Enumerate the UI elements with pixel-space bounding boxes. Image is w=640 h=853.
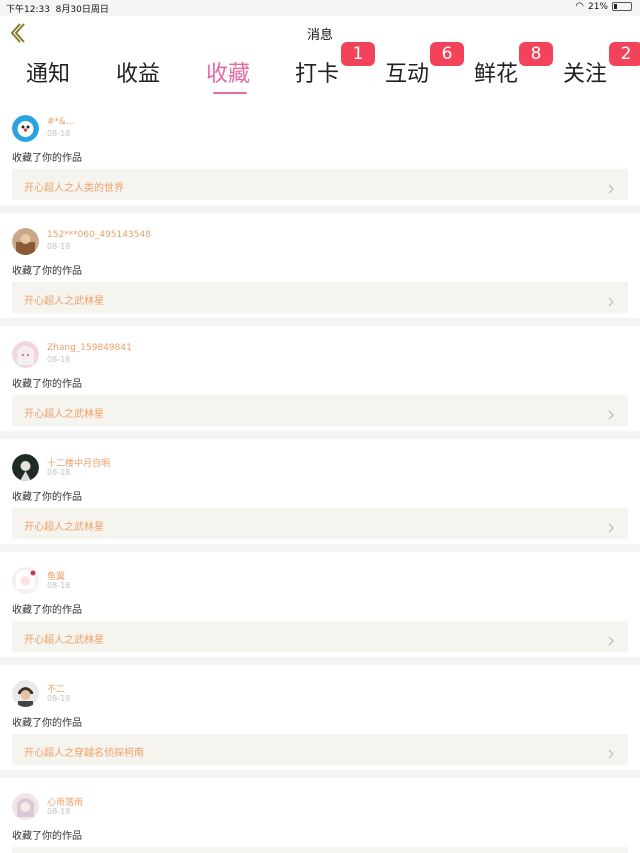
wifi-icon: ◠ <box>575 1 584 12</box>
username[interactable]: #*&... <box>47 117 75 127</box>
work-title: 开心超人之武林星 <box>24 522 104 533</box>
avatar[interactable] <box>12 341 39 368</box>
list-item[interactable]: 十二楼中月自明 08-18 收藏了你的作品 开心超人之武林星 <box>0 439 640 544</box>
action-text: 收藏了你的作品 <box>12 492 82 503</box>
list-item[interactable]: 心雨落雨 08-18 收藏了你的作品 <box>0 778 640 853</box>
tab-badge: 6 <box>430 42 464 66</box>
item-date: 08-18 <box>47 807 71 816</box>
username[interactable]: Zhang_159849841 <box>47 343 132 353</box>
avatar[interactable] <box>12 567 39 594</box>
tab-7[interactable]: 关注 <box>563 56 607 88</box>
avatar[interactable] <box>12 115 39 142</box>
work-title: 开心超人之武林星 <box>24 296 104 307</box>
page-title: 消息 <box>306 28 333 43</box>
status-bar: 下午12:33 8月30日周日 ◠ 21% <box>0 0 640 16</box>
tab-6[interactable]: 鲜花 <box>474 56 518 88</box>
work-link[interactable]: 开心超人之人类的世界 <box>12 169 628 200</box>
chevron-right-icon <box>606 405 616 420</box>
tab-1[interactable]: 通知 <box>26 56 70 88</box>
username[interactable]: 152***060_495143548 <box>47 230 151 240</box>
list-item[interactable]: Zhang_159849841 08-18 收藏了你的作品开心超人之武林星 <box>0 326 640 431</box>
tab-label: 通知 <box>26 62 71 87</box>
work-link[interactable]: 开心超人之武林星 <box>12 621 628 652</box>
avatar[interactable] <box>12 228 39 255</box>
tab-badge: 1 <box>341 42 375 66</box>
list-item[interactable]: #*&... 08-18 收藏了你的作品开心超人之人类的世界 <box>0 100 640 205</box>
tab-3[interactable]: 收藏 <box>206 56 250 88</box>
action-text: 收藏了你的作品 <box>12 379 82 390</box>
tab-2[interactable]: 收益 <box>116 56 160 88</box>
chevron-right-icon <box>606 292 616 307</box>
tab-badge: 2 <box>609 42 640 66</box>
work-title: 开心超人之武林星 <box>24 635 104 646</box>
avatar[interactable] <box>12 793 39 820</box>
active-tab-indicator <box>213 92 247 94</box>
action-text: 收藏了你的作品 <box>12 605 82 616</box>
status-date: 8月30日周日 <box>55 5 109 15</box>
tab-badge: 8 <box>519 42 553 66</box>
favorites-list[interactable]: #*&... 08-18 收藏了你的作品 开心超人之人类的世界 152***060_49… <box>0 100 640 853</box>
avatar[interactable] <box>12 680 39 707</box>
chevron-right-icon <box>606 744 616 759</box>
status-right: ◠ 21% <box>575 1 632 12</box>
tab-label: 收藏 <box>206 62 251 87</box>
tab-4[interactable]: 打卡 <box>295 56 339 88</box>
list-item[interactable]: 不二 08-18 收藏了你的作品 开心超人之穿越名侦探柯南 <box>0 665 640 770</box>
work-link[interactable] <box>12 847 628 853</box>
tab-label: 鲜花 <box>474 62 519 87</box>
status-time: 下午12:33 <box>6 5 50 15</box>
tab-label: 打卡 <box>295 62 340 87</box>
chevron-right-icon <box>606 518 616 533</box>
tab-5[interactable]: 互动 <box>385 56 429 88</box>
list-item[interactable]: 鱼翼 08-18 收藏了你的作品 开心超人之武林星 <box>0 552 640 657</box>
item-date: 08-18 <box>47 355 71 364</box>
work-title: 开心超人之穿越名侦探柯南 <box>24 748 144 759</box>
action-text: 收藏了你的作品 <box>12 831 82 842</box>
tab-bar: 通知 收益 收藏 打卡 1 互动 6 鲜花 8 关注 2 <box>0 42 640 100</box>
work-title: 开心超人之人类的世界 <box>24 183 124 194</box>
action-text: 收藏了你的作品 <box>12 266 82 277</box>
action-text: 收藏了你的作品 <box>12 718 82 729</box>
tab-label: 互动 <box>385 62 430 87</box>
work-title: 开心超人之武林星 <box>24 409 104 420</box>
battery-percent: 21% <box>587 1 608 12</box>
item-date: 08-18 <box>47 468 71 477</box>
work-link[interactable]: 开心超人之武林星 <box>12 508 628 539</box>
tab-label: 收益 <box>116 62 161 87</box>
battery-icon <box>612 2 632 11</box>
work-link[interactable]: 开心超人之武林星 <box>12 395 628 426</box>
item-date: 08-18 <box>47 694 71 703</box>
chevron-right-icon <box>606 179 616 194</box>
work-link[interactable]: 开心超人之穿越名侦探柯南 <box>12 734 628 765</box>
item-date: 08-18 <box>47 129 71 138</box>
avatar[interactable] <box>12 454 39 481</box>
chevron-right-icon <box>606 631 616 646</box>
item-date: 08-18 <box>47 242 71 251</box>
list-item[interactable]: 152***060_495143548 08-18 收藏了你的作品开心超人之武林星 <box>0 213 640 318</box>
battery-fill <box>614 4 617 9</box>
tab-label: 关注 <box>563 62 608 87</box>
item-date: 08-18 <box>47 581 71 590</box>
status-time-date: 下午12:33 8月30日周日 <box>6 2 109 15</box>
action-text: 收藏了你的作品 <box>12 153 82 164</box>
work-link[interactable]: 开心超人之武林星 <box>12 282 628 313</box>
